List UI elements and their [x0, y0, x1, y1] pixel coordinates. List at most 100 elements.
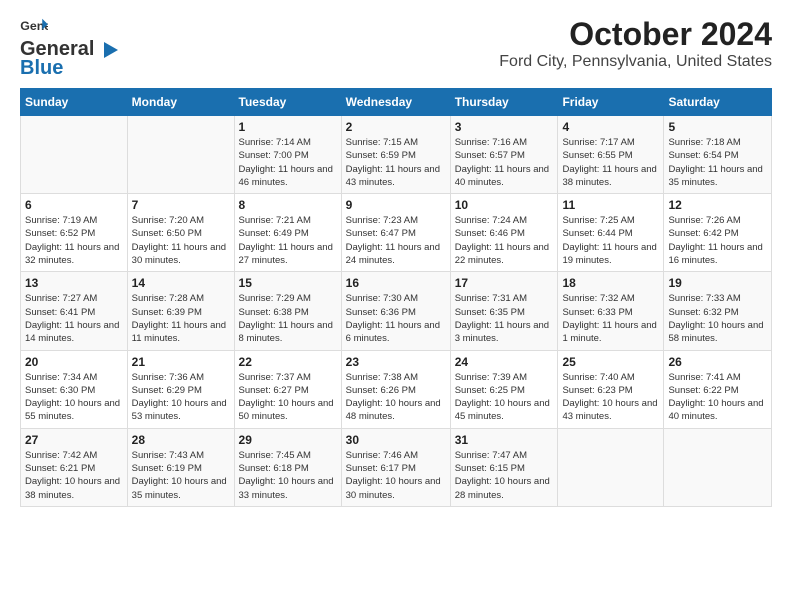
calendar-day-cell: 20 Sunrise: 7:34 AMSunset: 6:30 PMDayligh…	[21, 350, 128, 428]
calendar-day-cell: 18 Sunrise: 7:32 AMSunset: 6:33 PMDayligh…	[558, 272, 664, 350]
day-info: Sunrise: 7:43 AMSunset: 6:19 PMDaylight:…	[132, 449, 230, 502]
calendar-week-row: 1 Sunrise: 7:14 AMSunset: 7:00 PMDaylight…	[21, 116, 772, 194]
day-info: Sunrise: 7:26 AMSunset: 6:42 PMDaylight:…	[668, 214, 767, 267]
day-info: Sunrise: 7:33 AMSunset: 6:32 PMDaylight:…	[668, 292, 767, 345]
day-info: Sunrise: 7:14 AMSunset: 7:00 PMDaylight:…	[239, 136, 337, 189]
calendar-week-row: 20 Sunrise: 7:34 AMSunset: 6:30 PMDayligh…	[21, 350, 772, 428]
day-number: 29	[239, 433, 337, 447]
calendar-day-cell: 8Sunrise: 7:21 AMSunset: 6:49 PMDaylight…	[234, 194, 341, 272]
day-info: Sunrise: 7:39 AMSunset: 6:25 PMDaylight:…	[455, 371, 554, 424]
day-number: 28	[132, 433, 230, 447]
day-number: 26	[668, 355, 767, 369]
day-info: Sunrise: 7:46 AMSunset: 6:17 PMDaylight:…	[346, 449, 446, 502]
logo-arrow-icon	[96, 40, 120, 60]
day-number: 18	[562, 276, 659, 290]
title-block: October 2024 Ford City, Pennsylvania, Un…	[499, 16, 772, 71]
calendar-day-cell	[558, 428, 664, 506]
page-header: General General Blue October 2024 Ford C…	[20, 16, 772, 80]
day-number: 7	[132, 198, 230, 212]
calendar-day-cell	[127, 116, 234, 194]
day-number: 6	[25, 198, 123, 212]
calendar-day-cell: 7 Sunrise: 7:20 AMSunset: 6:50 PMDaylight…	[127, 194, 234, 272]
day-number: 2	[346, 120, 446, 134]
day-number: 5	[668, 120, 767, 134]
calendar-day-cell	[664, 428, 772, 506]
day-number: 15	[239, 276, 337, 290]
day-number: 14	[132, 276, 230, 290]
calendar-week-row: 27 Sunrise: 7:42 AMSunset: 6:21 PMDayligh…	[21, 428, 772, 506]
logo-blue: Blue	[20, 57, 63, 80]
day-of-week-header: Sunday	[21, 89, 128, 116]
calendar-day-cell: 15 Sunrise: 7:29 AMSunset: 6:38 PMDayligh…	[234, 272, 341, 350]
day-of-week-header: Saturday	[664, 89, 772, 116]
calendar-day-cell: 6Sunrise: 7:19 AMSunset: 6:52 PMDaylight…	[21, 194, 128, 272]
calendar-day-cell: 26 Sunrise: 7:41 AMSunset: 6:22 PMDayligh…	[664, 350, 772, 428]
calendar-day-cell: 4 Sunrise: 7:17 AMSunset: 6:55 PMDaylight…	[558, 116, 664, 194]
day-info: Sunrise: 7:23 AMSunset: 6:47 PMDaylight:…	[346, 214, 446, 267]
day-info: Sunrise: 7:40 AMSunset: 6:23 PMDaylight:…	[562, 371, 659, 424]
calendar-day-cell: 13Sunrise: 7:27 AMSunset: 6:41 PMDayligh…	[21, 272, 128, 350]
day-number: 25	[562, 355, 659, 369]
day-number: 31	[455, 433, 554, 447]
calendar-day-cell: 5 Sunrise: 7:18 AMSunset: 6:54 PMDaylight…	[664, 116, 772, 194]
day-number: 24	[455, 355, 554, 369]
day-info: Sunrise: 7:16 AMSunset: 6:57 PMDaylight:…	[455, 136, 554, 189]
day-number: 1	[239, 120, 337, 134]
calendar-day-cell: 16 Sunrise: 7:30 AMSunset: 6:36 PMDayligh…	[341, 272, 450, 350]
day-info: Sunrise: 7:25 AMSunset: 6:44 PMDaylight:…	[562, 214, 659, 267]
day-info: Sunrise: 7:15 AMSunset: 6:59 PMDaylight:…	[346, 136, 446, 189]
calendar-day-cell: 25 Sunrise: 7:40 AMSunset: 6:23 PMDayligh…	[558, 350, 664, 428]
day-info: Sunrise: 7:32 AMSunset: 6:33 PMDaylight:…	[562, 292, 659, 345]
day-info: Sunrise: 7:31 AMSunset: 6:35 PMDaylight:…	[455, 292, 554, 345]
calendar-day-cell: 31 Sunrise: 7:47 AMSunset: 6:15 PMDayligh…	[450, 428, 558, 506]
day-number: 4	[562, 120, 659, 134]
day-of-week-header: Thursday	[450, 89, 558, 116]
day-number: 27	[25, 433, 123, 447]
calendar-day-cell: 27 Sunrise: 7:42 AMSunset: 6:21 PMDayligh…	[21, 428, 128, 506]
calendar-table: SundayMondayTuesdayWednesdayThursdayFrid…	[20, 88, 772, 507]
day-info: Sunrise: 7:47 AMSunset: 6:15 PMDaylight:…	[455, 449, 554, 502]
day-info: Sunrise: 7:34 AMSunset: 6:30 PMDaylight:…	[25, 371, 123, 424]
calendar-day-cell: 21Sunrise: 7:36 AMSunset: 6:29 PMDayligh…	[127, 350, 234, 428]
day-info: Sunrise: 7:28 AMSunset: 6:39 PMDaylight:…	[132, 292, 230, 345]
day-info: Sunrise: 7:17 AMSunset: 6:55 PMDaylight:…	[562, 136, 659, 189]
calendar-week-row: 6Sunrise: 7:19 AMSunset: 6:52 PMDaylight…	[21, 194, 772, 272]
day-number: 3	[455, 120, 554, 134]
calendar-day-cell: 23 Sunrise: 7:38 AMSunset: 6:26 PMDayligh…	[341, 350, 450, 428]
day-number: 11	[562, 198, 659, 212]
calendar-day-cell: 10 Sunrise: 7:24 AMSunset: 6:46 PMDayligh…	[450, 194, 558, 272]
calendar-day-cell: 19Sunrise: 7:33 AMSunset: 6:32 PMDayligh…	[664, 272, 772, 350]
calendar-day-cell: 30 Sunrise: 7:46 AMSunset: 6:17 PMDayligh…	[341, 428, 450, 506]
calendar-day-cell: 24 Sunrise: 7:39 AMSunset: 6:25 PMDayligh…	[450, 350, 558, 428]
calendar-day-cell: 22Sunrise: 7:37 AMSunset: 6:27 PMDayligh…	[234, 350, 341, 428]
day-number: 10	[455, 198, 554, 212]
day-number: 30	[346, 433, 446, 447]
day-number: 21	[132, 355, 230, 369]
day-number: 23	[346, 355, 446, 369]
day-number: 22	[239, 355, 337, 369]
day-number: 16	[346, 276, 446, 290]
day-info: Sunrise: 7:30 AMSunset: 6:36 PMDaylight:…	[346, 292, 446, 345]
calendar-day-cell: 9Sunrise: 7:23 AMSunset: 6:47 PMDaylight…	[341, 194, 450, 272]
day-number: 17	[455, 276, 554, 290]
day-number: 12	[668, 198, 767, 212]
month-title: October 2024	[499, 16, 772, 53]
location-title: Ford City, Pennsylvania, United States	[499, 53, 772, 71]
day-info: Sunrise: 7:20 AMSunset: 6:50 PMDaylight:…	[132, 214, 230, 267]
day-info: Sunrise: 7:38 AMSunset: 6:26 PMDaylight:…	[346, 371, 446, 424]
calendar-day-cell: 28 Sunrise: 7:43 AMSunset: 6:19 PMDayligh…	[127, 428, 234, 506]
calendar-day-cell: 29Sunrise: 7:45 AMSunset: 6:18 PMDayligh…	[234, 428, 341, 506]
calendar-day-cell: 14 Sunrise: 7:28 AMSunset: 6:39 PMDayligh…	[127, 272, 234, 350]
logo-icon: General	[20, 16, 48, 38]
day-info: Sunrise: 7:29 AMSunset: 6:38 PMDaylight:…	[239, 292, 337, 345]
calendar-day-cell: 1 Sunrise: 7:14 AMSunset: 7:00 PMDaylight…	[234, 116, 341, 194]
day-info: Sunrise: 7:18 AMSunset: 6:54 PMDaylight:…	[668, 136, 767, 189]
day-of-week-header: Friday	[558, 89, 664, 116]
calendar-day-cell: 2 Sunrise: 7:15 AMSunset: 6:59 PMDaylight…	[341, 116, 450, 194]
day-number: 20	[25, 355, 123, 369]
day-info: Sunrise: 7:41 AMSunset: 6:22 PMDaylight:…	[668, 371, 767, 424]
day-info: Sunrise: 7:42 AMSunset: 6:21 PMDaylight:…	[25, 449, 123, 502]
day-info: Sunrise: 7:24 AMSunset: 6:46 PMDaylight:…	[455, 214, 554, 267]
logo: General General Blue	[20, 16, 122, 80]
calendar-week-row: 13Sunrise: 7:27 AMSunset: 6:41 PMDayligh…	[21, 272, 772, 350]
